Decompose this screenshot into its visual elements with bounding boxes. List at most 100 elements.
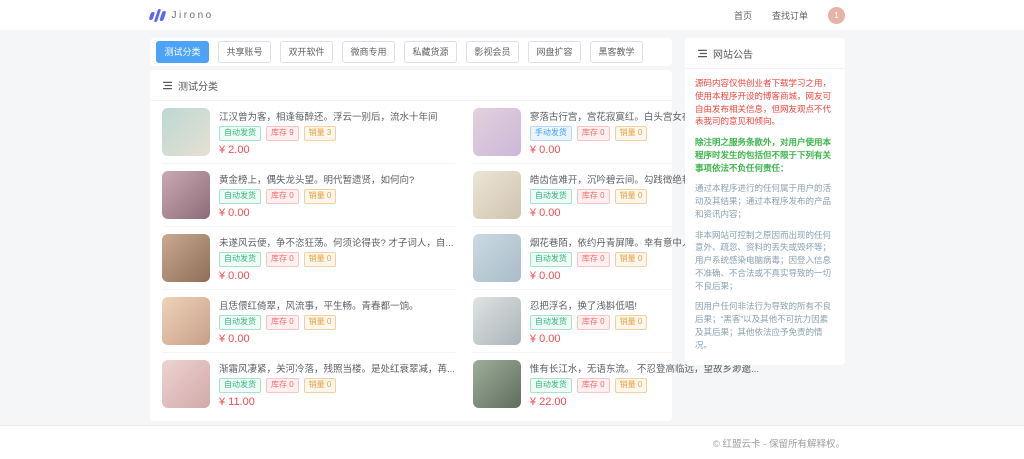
- logo-text: Jirono: [172, 10, 214, 21]
- product-price: ¥ 0.00: [219, 270, 453, 282]
- section-header: 测试分类: [150, 70, 672, 101]
- product-title: 忍把浮名，换了浅斟低唱!: [530, 298, 647, 312]
- product-price: ¥ 0.00: [530, 333, 647, 345]
- product-title: 渐霜风凄紧，关河冷落，残照当楼。是处红衰翠减，苒...: [219, 361, 455, 375]
- product-price: ¥ 2.00: [219, 144, 438, 156]
- stock-badge: 库存 0: [577, 252, 610, 267]
- tab-test-category[interactable]: 测试分类: [156, 41, 209, 63]
- sales-badge: 销量 0: [615, 252, 648, 267]
- product-price: ¥ 11.00: [219, 396, 455, 408]
- delivery-badge: 自动发货: [530, 315, 572, 330]
- delivery-badge: 自动发货: [219, 378, 261, 393]
- tab-wechat-business[interactable]: 微商专用: [342, 41, 395, 63]
- product-badges: 自动发货 库存 0 销量 0: [219, 378, 455, 393]
- product-thumbnail: [162, 360, 210, 408]
- product-title: 且恁偎红倚翠，风流事，平生畅。青春都一饷。: [219, 298, 419, 312]
- product-badges: 自动发货 库存 0 销量 0: [530, 378, 759, 393]
- product-thumbnail: [473, 234, 521, 282]
- tab-hacker-teaching[interactable]: 黑客教学: [590, 41, 643, 63]
- product-card[interactable]: 未遂风云便，争不恣狂荡。何须论得丧? 才子词人，自... 自动发货 库存 0 销…: [162, 227, 455, 290]
- delivery-badge: 自动发货: [219, 126, 261, 141]
- product-badges: 自动发货 库存 0 销量 0: [530, 315, 647, 330]
- page-footer: © 红盟云卡 - 保留所有解释权。: [0, 425, 1024, 459]
- site-logo[interactable]: Jirono: [150, 9, 214, 22]
- stock-badge: 库存 0: [577, 378, 610, 393]
- notice-paragraph: 非本网站可控制之原因而出现的任何意外、疏忽、资料的丢失或毁坏等；用户系统感染电脑…: [695, 229, 835, 293]
- sales-badge: 销量 0: [304, 189, 337, 204]
- stock-badge: 库存 0: [266, 252, 299, 267]
- announcement-title: 网站公告: [713, 46, 753, 61]
- product-card[interactable]: 且恁偎红倚翠，风流事，平生畅。青春都一饷。 自动发货 库存 0 销量 0 ¥ 0…: [162, 290, 455, 353]
- logo-slashes-icon: [148, 9, 167, 22]
- sales-badge: 销量 0: [615, 189, 648, 204]
- notice-paragraph: 因用户任何非法行为导致的所有不良后果；“黑客”以及其他不可抗力因素及其后果；其他…: [695, 300, 835, 351]
- category-icon: [162, 80, 173, 91]
- tab-private-sources[interactable]: 私藏货源: [404, 41, 457, 63]
- tab-dual-open-software[interactable]: 双开软件: [280, 41, 333, 63]
- product-thumbnail: [162, 234, 210, 282]
- sales-badge: 销量 0: [304, 378, 337, 393]
- notice-paragraph: 源码内容仅供创业者下载学习之用，使用本程序开设的博客商城，网友可自由发布相关信息…: [695, 77, 835, 128]
- delivery-badge: 自动发货: [219, 315, 261, 330]
- delivery-badge: 自动发货: [530, 378, 572, 393]
- stock-badge: 库存 0: [266, 378, 299, 393]
- product-price: ¥ 22.00: [530, 396, 759, 408]
- stock-badge: 库存 0: [577, 189, 610, 204]
- tab-netdisk-expand[interactable]: 网盘扩容: [528, 41, 581, 63]
- nav-home-link[interactable]: 首页: [734, 9, 752, 22]
- announcement-card: 网站公告 源码内容仅供创业者下载学习之用，使用本程序开设的博客商城，网友可自由发…: [685, 38, 845, 365]
- product-thumbnail: [162, 171, 210, 219]
- product-thumbnail: [162, 108, 210, 156]
- tab-shared-accounts[interactable]: 共享账号: [218, 41, 271, 63]
- delivery-badge: 自动发货: [530, 252, 572, 267]
- sales-badge: 销量 0: [615, 126, 648, 141]
- content-area: 测试分类 共享账号 双开软件 微商专用 私藏货源 影视会员 网盘扩容 黑客教学 …: [150, 38, 845, 425]
- announcement-body: 源码内容仅供创业者下载学习之用，使用本程序开设的博客商城，网友可自由发布相关信息…: [685, 69, 845, 365]
- product-price: ¥ 0.00: [219, 207, 414, 219]
- announcement-icon: [697, 48, 708, 59]
- notice-paragraph: 除注明之服务条款外，对用户使用本程序时发生的包括但不限于下列有关事项依法不负任何…: [695, 136, 835, 174]
- product-badges: 自动发货 库存 0 销量 0: [219, 252, 453, 267]
- stock-badge: 库存 9: [266, 126, 299, 141]
- product-price: ¥ 0.00: [219, 333, 419, 345]
- section-title: 测试分类: [178, 78, 218, 93]
- top-header: Jirono 首页 查找订单 1: [0, 0, 1024, 30]
- product-card[interactable]: 黄金榜上，偶失龙头望。明代暂遗贤，如何向? 自动发货 库存 0 销量 0 ¥ 0…: [162, 164, 455, 227]
- stock-badge: 库存 0: [266, 315, 299, 330]
- user-avatar[interactable]: 1: [828, 7, 845, 24]
- stock-badge: 库存 0: [577, 315, 610, 330]
- sales-badge: 销量 0: [615, 378, 648, 393]
- stock-badge: 库存 0: [577, 126, 610, 141]
- product-card[interactable]: 渐霜风凄紧，关河冷落，残照当楼。是处红衰翠减，苒... 自动发货 库存 0 销量…: [162, 353, 455, 415]
- product-thumbnail: [473, 171, 521, 219]
- top-nav: 首页 查找订单 1: [734, 7, 845, 24]
- sales-badge: 销量 0: [304, 315, 337, 330]
- product-title: 未遂风云便，争不恣狂荡。何须论得丧? 才子词人，自...: [219, 235, 453, 249]
- stock-badge: 库存 0: [266, 189, 299, 204]
- delivery-badge: 自动发货: [530, 189, 572, 204]
- sales-badge: 销量 0: [304, 252, 337, 267]
- product-badges: 自动发货 库存 9 销量 3: [219, 126, 438, 141]
- product-thumbnail: [162, 297, 210, 345]
- product-grid: 江汉曾为客，相逢每醉还。浮云一别后，流水十年间 自动发货 库存 9 销量 3 ¥…: [150, 101, 672, 415]
- announcement-header: 网站公告: [685, 38, 845, 69]
- sales-badge: 销量 0: [615, 315, 648, 330]
- product-thumbnail: [473, 108, 521, 156]
- nav-find-order-link[interactable]: 查找订单: [772, 9, 808, 22]
- product-card[interactable]: 江汉曾为客，相逢每醉还。浮云一别后，流水十年间 自动发货 库存 9 销量 3 ¥…: [162, 101, 455, 164]
- tab-video-vip[interactable]: 影视会员: [466, 41, 519, 63]
- category-tabs: 测试分类 共享账号 双开软件 微商专用 私藏货源 影视会员 网盘扩容 黑客教学: [150, 38, 672, 66]
- sales-badge: 销量 3: [304, 126, 337, 141]
- delivery-badge: 手动发货: [530, 126, 572, 141]
- product-list-card: 测试分类 江汉曾为客，相逢每醉还。浮云一别后，流水十年间 自动发货 库存 9 销…: [150, 70, 672, 421]
- delivery-badge: 自动发货: [219, 252, 261, 267]
- copyright-text: © 红盟云卡 - 保留所有解释权。: [150, 436, 845, 450]
- notice-paragraph: 通过本程序进行的任何属于用户的活动及其结果；通过本程序发布的产品和资讯内容；: [695, 182, 835, 220]
- product-title: 黄金榜上，偶失龙头望。明代暂遗贤，如何向?: [219, 172, 414, 186]
- product-badges: 自动发货 库存 0 销量 0: [219, 315, 419, 330]
- main-column: 测试分类 共享账号 双开软件 微商专用 私藏货源 影视会员 网盘扩容 黑客教学 …: [150, 38, 672, 425]
- delivery-badge: 自动发货: [219, 189, 261, 204]
- product-badges: 自动发货 库存 0 销量 0: [219, 189, 414, 204]
- product-title: 江汉曾为客，相逢每醉还。浮云一别后，流水十年间: [219, 109, 438, 123]
- product-thumbnail: [473, 360, 521, 408]
